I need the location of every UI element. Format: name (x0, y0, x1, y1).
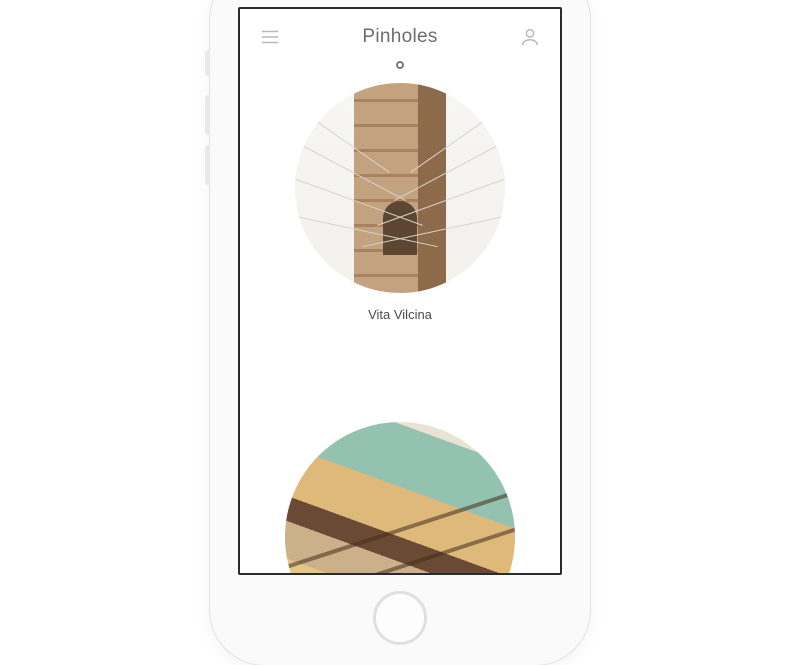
menu-button[interactable] (258, 25, 282, 49)
feed-card-image[interactable] (295, 83, 505, 293)
phone-volume-up (205, 95, 210, 135)
pull-refresh-indicator (396, 61, 404, 69)
bridge-arch (383, 201, 417, 255)
phone-home-button[interactable] (373, 591, 427, 645)
feed-card[interactable]: Vita Vilcina (295, 83, 505, 322)
feed-card-image[interactable] (285, 422, 515, 573)
hamburger-icon (259, 26, 281, 48)
phone-frame: Pinholes (210, 0, 590, 665)
bridge-tower (354, 83, 446, 293)
feed-card-caption: Vita Vilcina (368, 307, 432, 322)
profile-button[interactable] (518, 25, 542, 49)
app-title: Pinholes (362, 26, 437, 48)
app-header: Pinholes (240, 9, 560, 55)
phone-mute-switch (205, 50, 210, 76)
phone-volume-down (205, 145, 210, 185)
feed-card[interactable] (285, 352, 515, 573)
app-screen: Pinholes (238, 7, 562, 575)
user-icon (519, 26, 541, 48)
feed[interactable]: Vita Vilcina (240, 83, 560, 573)
